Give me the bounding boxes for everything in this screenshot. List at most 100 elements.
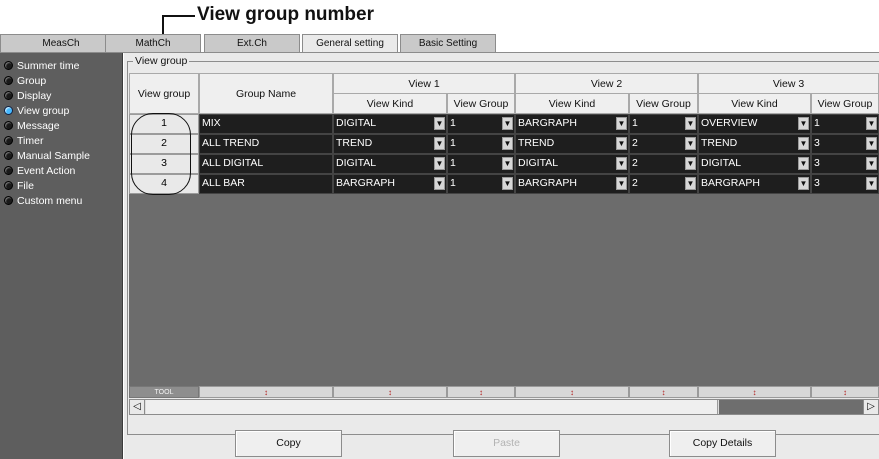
dropdown-arrow-icon[interactable]: ▼: [502, 157, 513, 170]
radio-indicator-icon: [4, 76, 13, 85]
view1-group-select[interactable]: 1 ▼: [447, 174, 515, 194]
dropdown-arrow-icon[interactable]: ▼: [502, 177, 513, 190]
scroll-left-arrow-icon[interactable]: ◁: [130, 400, 145, 414]
select-value: TREND: [701, 137, 738, 149]
dropdown-arrow-icon[interactable]: ▼: [685, 137, 696, 150]
sidebar-item-view-group[interactable]: View group: [4, 104, 122, 118]
dropdown-arrow-icon[interactable]: ▼: [685, 177, 696, 190]
dropdown-arrow-icon[interactable]: ▼: [434, 177, 445, 190]
select-value: 2: [632, 177, 638, 189]
sidebar-item-manual-sample[interactable]: Manual Sample: [4, 149, 122, 163]
sidebar-item-custom-menu[interactable]: Custom menu: [4, 194, 122, 208]
dropdown-arrow-icon[interactable]: ▼: [685, 157, 696, 170]
horizontal-scrollbar[interactable]: ◁ ▷: [129, 399, 879, 415]
dropdown-arrow-icon[interactable]: ▼: [434, 117, 445, 130]
group-name-field[interactable]: ALL TREND: [199, 134, 333, 154]
view3-group-select[interactable]: 3 ▼: [811, 174, 879, 194]
dropdown-arrow-icon[interactable]: ▼: [616, 177, 627, 190]
column-resize-icon[interactable]: ↕: [333, 386, 447, 398]
scrollbar-track[interactable]: [719, 400, 863, 414]
copy-button[interactable]: Copy: [235, 430, 342, 457]
view2-kind-select[interactable]: BARGRAPH ▼: [515, 174, 629, 194]
column-resize-icon[interactable]: ↕: [515, 386, 629, 398]
view2-group-select[interactable]: 2 ▼: [629, 154, 698, 174]
sidebar-item-message[interactable]: Message: [4, 119, 122, 133]
view1-group-select[interactable]: 1 ▼: [447, 114, 515, 134]
header-view1-group: View Group: [447, 93, 515, 114]
select-value: BARGRAPH: [701, 177, 760, 189]
group-name-field[interactable]: MIX: [199, 114, 333, 134]
tab-extch[interactable]: Ext.Ch: [204, 34, 300, 53]
view3-kind-select[interactable]: OVERVIEW ▼: [698, 114, 811, 134]
radio-selected-icon: [4, 106, 13, 115]
dropdown-arrow-icon[interactable]: ▼: [798, 177, 809, 190]
select-value: 1: [632, 117, 638, 129]
copy-details-button[interactable]: Copy Details: [669, 430, 776, 457]
view2-group-select[interactable]: 2 ▼: [629, 134, 698, 154]
main-content: View group View group Group Name View 1 …: [124, 53, 879, 459]
tab-measch[interactable]: MeasCh: [0, 34, 122, 53]
dropdown-arrow-icon[interactable]: ▼: [798, 117, 809, 130]
view1-group-select[interactable]: 1 ▼: [447, 154, 515, 174]
sidebar-item-event-action[interactable]: Event Action: [4, 164, 122, 178]
dropdown-arrow-icon[interactable]: ▼: [616, 157, 627, 170]
sidebar-item-group[interactable]: Group: [4, 74, 122, 88]
view2-kind-select[interactable]: DIGITAL ▼: [515, 154, 629, 174]
row-number[interactable]: 3: [129, 154, 199, 174]
row-number[interactable]: 1: [129, 114, 199, 134]
dropdown-arrow-icon[interactable]: ▼: [685, 117, 696, 130]
view1-kind-select[interactable]: DIGITAL ▼: [333, 154, 447, 174]
dropdown-arrow-icon[interactable]: ▼: [502, 137, 513, 150]
view-group-grid: View group Group Name View 1 View 2 View…: [129, 73, 879, 398]
view3-kind-select[interactable]: DIGITAL ▼: [698, 154, 811, 174]
select-value: 1: [450, 137, 456, 149]
dropdown-arrow-icon[interactable]: ▼: [434, 157, 445, 170]
tab-general-setting[interactable]: General setting: [302, 34, 398, 54]
paste-button[interactable]: Paste: [453, 430, 560, 457]
dropdown-arrow-icon[interactable]: ▼: [866, 177, 877, 190]
dropdown-arrow-icon[interactable]: ▼: [866, 117, 877, 130]
row-number[interactable]: 4: [129, 174, 199, 194]
tab-basic-setting[interactable]: Basic Setting: [400, 34, 496, 53]
view3-group-select[interactable]: 1 ▼: [811, 114, 879, 134]
dropdown-arrow-icon[interactable]: ▼: [616, 117, 627, 130]
view2-group-select[interactable]: 1 ▼: [629, 114, 698, 134]
view2-kind-select[interactable]: BARGRAPH ▼: [515, 114, 629, 134]
dropdown-arrow-icon[interactable]: ▼: [798, 137, 809, 150]
sidebar-item-summer-time[interactable]: Summer time: [4, 59, 122, 73]
sidebar-item-file[interactable]: File: [4, 179, 122, 193]
sidebar-item-display[interactable]: Display: [4, 89, 122, 103]
dropdown-arrow-icon[interactable]: ▼: [616, 137, 627, 150]
dropdown-arrow-icon[interactable]: ▼: [502, 117, 513, 130]
radio-indicator-icon: [4, 121, 13, 130]
view3-kind-select[interactable]: TREND ▼: [698, 134, 811, 154]
view1-kind-select[interactable]: BARGRAPH ▼: [333, 174, 447, 194]
view1-kind-select[interactable]: TREND ▼: [333, 134, 447, 154]
group-name-field[interactable]: ALL DIGITAL: [199, 154, 333, 174]
row-number[interactable]: 2: [129, 134, 199, 154]
dropdown-arrow-icon[interactable]: ▼: [798, 157, 809, 170]
group-name-field[interactable]: ALL BAR: [199, 174, 333, 194]
sidebar-item-label: Summer time: [17, 60, 80, 72]
dropdown-arrow-icon[interactable]: ▼: [866, 137, 877, 150]
dropdown-arrow-icon[interactable]: ▼: [434, 137, 445, 150]
view2-kind-select[interactable]: TREND ▼: [515, 134, 629, 154]
column-resize-icon[interactable]: ↕: [629, 386, 698, 398]
scrollbar-thumb[interactable]: [146, 400, 718, 414]
view3-group-select[interactable]: 3 ▼: [811, 154, 879, 174]
scroll-right-arrow-icon[interactable]: ▷: [863, 400, 878, 414]
column-resize-icon[interactable]: ↕: [199, 386, 333, 398]
sidebar-item-timer[interactable]: Timer: [4, 134, 122, 148]
view3-group-select[interactable]: 3 ▼: [811, 134, 879, 154]
column-resize-icon[interactable]: ↕: [698, 386, 811, 398]
radio-indicator-icon: [4, 91, 13, 100]
column-resize-icon[interactable]: ↕: [811, 386, 879, 398]
view1-kind-select[interactable]: DIGITAL ▼: [333, 114, 447, 134]
tab-mathch[interactable]: MathCh: [105, 34, 201, 53]
column-resize-icon[interactable]: ↕: [447, 386, 515, 398]
radio-indicator-icon: [4, 181, 13, 190]
view2-group-select[interactable]: 2 ▼: [629, 174, 698, 194]
dropdown-arrow-icon[interactable]: ▼: [866, 157, 877, 170]
view1-group-select[interactable]: 1 ▼: [447, 134, 515, 154]
view3-kind-select[interactable]: BARGRAPH ▼: [698, 174, 811, 194]
